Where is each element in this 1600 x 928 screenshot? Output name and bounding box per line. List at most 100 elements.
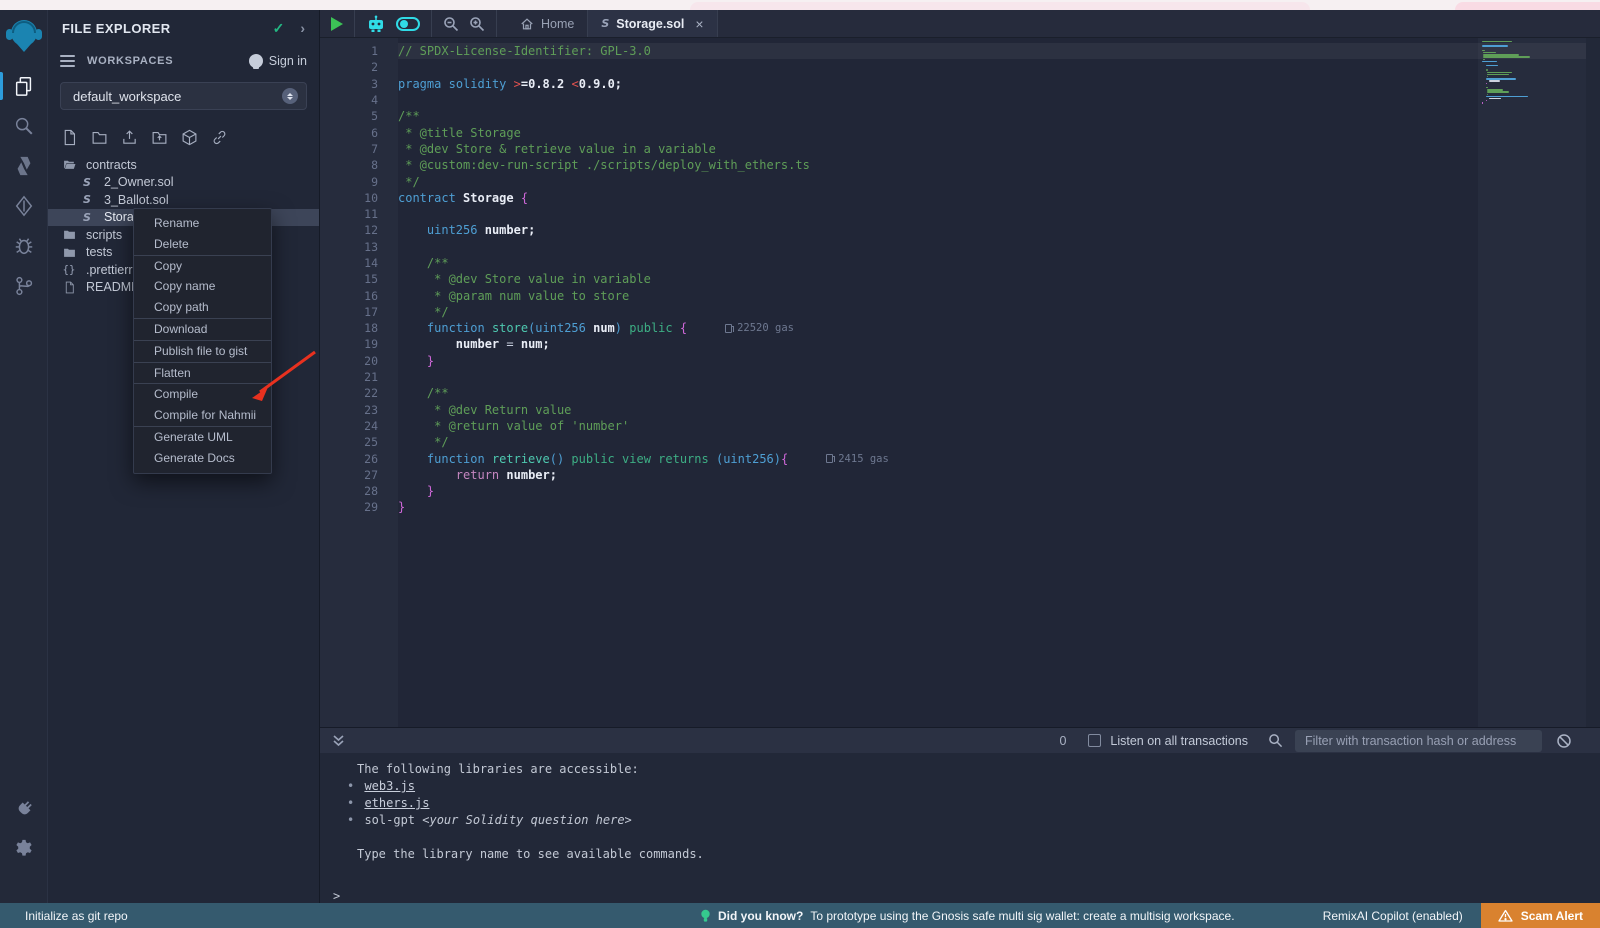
close-tab-icon[interactable]: × <box>695 16 703 32</box>
terminal-link[interactable]: web3.js <box>364 779 415 793</box>
code-text: * @title Storage <box>398 126 521 140</box>
code-line-3[interactable]: 3pragma solidity >=0.8.2 <0.9.0; <box>320 76 1478 92</box>
run-script-button[interactable] <box>331 17 343 31</box>
code-line-4[interactable]: 4 <box>320 92 1478 108</box>
git-icon[interactable] <box>0 266 48 306</box>
menu-item-compile[interactable]: Compile <box>134 384 271 405</box>
code-line-23[interactable]: 23 * @dev Return value <box>320 402 1478 418</box>
code-line-14[interactable]: 14 /** <box>320 255 1478 271</box>
file-explorer-icon[interactable] <box>0 66 48 106</box>
code-line-10[interactable]: 10contract Storage { <box>320 190 1478 206</box>
code-line-18[interactable]: 18 function store(uint256 num) public {2… <box>320 320 1478 336</box>
menu-item-flatten[interactable]: Flatten <box>134 363 271 384</box>
ipfs-cube-icon[interactable] <box>181 129 198 146</box>
code-line-15[interactable]: 15 * @dev Store value in variable <box>320 271 1478 287</box>
upload-folder-icon[interactable] <box>151 129 168 146</box>
tab-storage-sol[interactable]: S Storage.sol × <box>587 10 717 37</box>
transaction-filter-input[interactable] <box>1295 730 1542 752</box>
code-line-9[interactable]: 9 */ <box>320 173 1478 189</box>
clear-console-icon[interactable] <box>1556 733 1572 749</box>
copilot-status[interactable]: RemixAI Copilot (enabled) <box>1323 909 1463 923</box>
terminal[interactable]: The following libraries are accessible:•… <box>320 753 1600 903</box>
link-icon[interactable] <box>211 129 228 146</box>
new-file-icon[interactable] <box>61 129 78 146</box>
listen-all-checkbox[interactable] <box>1088 734 1101 747</box>
code-line-11[interactable]: 11 <box>320 206 1478 222</box>
git-init-button[interactable]: Initialize as git repo <box>0 909 128 923</box>
gas-estimate-badge: 22520 gas <box>725 322 794 334</box>
menu-item-generate-uml[interactable]: Generate UML <box>134 427 271 448</box>
workspace-select[interactable]: default_workspace <box>60 82 307 110</box>
zoom-out-icon[interactable] <box>443 16 459 32</box>
scam-alert-button[interactable]: Scam Alert <box>1481 903 1600 928</box>
code-line-20[interactable]: 20 } <box>320 353 1478 369</box>
minimap-line <box>1482 67 1582 68</box>
code-line-16[interactable]: 16 * @param num value to store <box>320 287 1478 303</box>
code-line-5[interactable]: 5/** <box>320 108 1478 124</box>
code-line-21[interactable]: 21 <box>320 369 1478 385</box>
terminal-expand-icon[interactable] <box>332 734 345 748</box>
code-line-17[interactable]: 17 */ <box>320 304 1478 320</box>
terminal-link[interactable]: ethers.js <box>364 796 429 810</box>
sign-in-button[interactable]: Sign in <box>249 54 307 68</box>
upload-file-icon[interactable] <box>121 129 138 146</box>
file-tree-item-2-owner-sol[interactable]: S2_Owner.sol <box>48 174 319 192</box>
code-line-12[interactable]: 12 uint256 number; <box>320 222 1478 238</box>
code-line-29[interactable]: 29} <box>320 499 1478 515</box>
ai-copilot-robot-icon[interactable] <box>366 15 386 33</box>
file-tree-item-contracts[interactable]: contracts <box>48 156 319 174</box>
panel-title: FILE EXPLORER <box>62 21 273 36</box>
home-icon <box>520 17 534 31</box>
solidity-compiler-icon[interactable] <box>0 146 48 186</box>
code-line-6[interactable]: 6 * @title Storage <box>320 124 1478 140</box>
code-line-8[interactable]: 8 * @custom:dev-run-script ./scripts/dep… <box>320 157 1478 173</box>
new-folder-icon[interactable] <box>91 129 108 146</box>
zoom-in-icon[interactable] <box>469 16 485 32</box>
menu-item-delete[interactable]: Delete <box>134 234 271 255</box>
code-editor[interactable]: 1// SPDX-License-Identifier: GPL-3.023pr… <box>320 38 1600 727</box>
code-line-13[interactable]: 13 <box>320 239 1478 255</box>
menu-item-rename[interactable]: Rename <box>134 213 271 234</box>
terminal-prompt[interactable]: > <box>320 889 1600 903</box>
workspace-menu-icon[interactable] <box>60 55 75 67</box>
menu-item-copy[interactable]: Copy <box>134 256 271 277</box>
editor-scrollbar-strip[interactable] <box>1586 38 1600 727</box>
chevron-right-icon[interactable]: › <box>300 20 305 36</box>
menu-item-publish-file-to-gist[interactable]: Publish file to gist <box>134 341 271 362</box>
code-text: */ <box>398 305 449 319</box>
settings-icon[interactable] <box>0 829 48 869</box>
code-line-28[interactable]: 28 } <box>320 483 1478 499</box>
status-bar: Initialize as git repo Did you know? To … <box>0 903 1600 928</box>
minimap-line <box>1482 45 1508 46</box>
code-line-22[interactable]: 22 /** <box>320 385 1478 401</box>
remix-logo-icon[interactable] <box>3 14 45 56</box>
code-line-26[interactable]: 26 function retrieve() public view retur… <box>320 450 1478 466</box>
menu-item-copy-name[interactable]: Copy name <box>134 276 271 297</box>
code-line-2[interactable]: 2 <box>320 59 1478 75</box>
code-line-24[interactable]: 24 * @return value of 'number' <box>320 418 1478 434</box>
menu-item-download[interactable]: Download <box>134 319 271 340</box>
minimap[interactable] <box>1482 41 1582 104</box>
plugin-manager-icon[interactable] <box>0 789 48 829</box>
deploy-run-icon[interactable] <box>0 186 48 226</box>
tab-home[interactable]: Home <box>507 10 587 37</box>
code-line-19[interactable]: 19 number = num; <box>320 336 1478 352</box>
code-line-7[interactable]: 7 * @dev Store & retrieve value in a var… <box>320 141 1478 157</box>
code-line-25[interactable]: 25 */ <box>320 434 1478 450</box>
file-tree-item-3-ballot-sol[interactable]: S3_Ballot.sol <box>48 191 319 209</box>
code-line-1[interactable]: 1// SPDX-License-Identifier: GPL-3.0 <box>320 43 1478 59</box>
search-icon[interactable] <box>1268 733 1283 748</box>
line-number: 23 <box>320 403 398 417</box>
minimap-line <box>1486 87 1489 88</box>
menu-item-generate-docs[interactable]: Generate Docs <box>134 448 271 469</box>
copilot-toggle[interactable] <box>396 17 420 31</box>
line-number: 26 <box>320 452 398 466</box>
menu-item-compile-for-nahmii[interactable]: Compile for Nahmii <box>134 405 271 426</box>
debugger-icon[interactable] <box>0 226 48 266</box>
search-icon[interactable] <box>0 106 48 146</box>
menu-item-copy-path[interactable]: Copy path <box>134 297 271 318</box>
workspace-sort-icon[interactable] <box>282 88 298 104</box>
code-text: /** <box>398 256 449 270</box>
code-line-27[interactable]: 27 return number; <box>320 467 1478 483</box>
minimap-line <box>1482 61 1497 62</box>
